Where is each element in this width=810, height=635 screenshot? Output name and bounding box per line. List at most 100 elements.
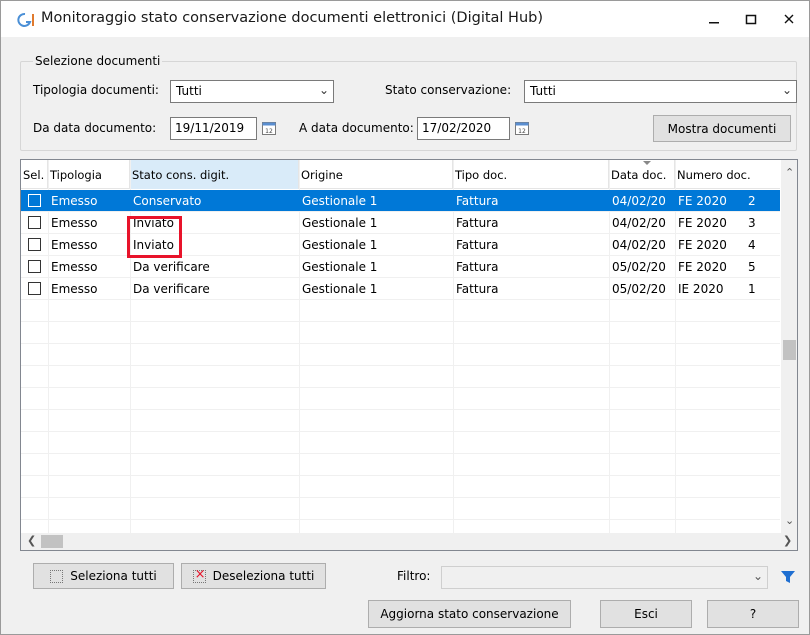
cell-tipo-doc: Fattura (456, 238, 499, 252)
row-checkbox[interactable] (28, 260, 41, 273)
header-sel[interactable]: Sel. (21, 160, 48, 189)
cell-data-doc: 04/02/20 (612, 216, 666, 230)
select-all-label: Seleziona tutti (70, 569, 157, 583)
chevron-down-icon: ⌄ (781, 83, 792, 97)
cell-tipologia: Emesso (51, 194, 98, 208)
calendar-icon[interactable]: 12 (515, 121, 529, 135)
close-button[interactable] (772, 5, 806, 33)
cell-stato: Da verificare (133, 282, 210, 296)
cell-sezionale: FE 2020 (678, 238, 727, 252)
table-row[interactable]: Emesso Inviato Gestionale 1 Fattura 04/02/20… (21, 212, 780, 234)
horizontal-scroll-thumb[interactable] (41, 535, 63, 548)
cell-tipo-doc: Fattura (456, 260, 499, 274)
filter-icon[interactable] (780, 569, 796, 585)
app-icon (17, 12, 34, 27)
scroll-up-icon[interactable]: ⌃ (785, 166, 794, 179)
close-icon (784, 14, 794, 24)
update-status-button[interactable]: Aggiorna stato conservazione (368, 600, 571, 628)
cell-origine: Gestionale 1 (302, 282, 378, 296)
header-tipologia[interactable]: Tipologia (48, 160, 130, 189)
header-tipo-doc[interactable]: Tipo doc. (453, 160, 609, 189)
empty-row (21, 366, 780, 388)
cell-tipo-doc: Fattura (456, 194, 499, 208)
cell-data-doc: 04/02/20 (612, 238, 666, 252)
window-title: Monitoraggio stato conservazione documen… (41, 10, 544, 26)
show-documents-button[interactable]: Mostra documenti (653, 115, 791, 142)
header-numero-doc[interactable]: Numero doc. (675, 160, 780, 189)
minimize-button[interactable] (697, 5, 731, 33)
empty-row (21, 322, 780, 344)
row-checkbox[interactable] (28, 216, 41, 229)
cell-data-doc: 04/02/20 (612, 194, 666, 208)
cell-origine: Gestionale 1 (302, 216, 378, 230)
cell-tipologia: Emesso (51, 282, 98, 296)
select-all-icon (50, 569, 64, 583)
maximize-button[interactable] (734, 5, 768, 33)
empty-row (21, 388, 780, 410)
cell-data-doc: 05/02/20 (612, 282, 666, 296)
cell-data-doc: 05/02/20 (612, 260, 666, 274)
minimize-icon (709, 22, 719, 24)
a-data-field[interactable]: 17/02/2020 (417, 117, 510, 140)
a-data-value: 17/02/2020 (422, 121, 492, 135)
tipologia-label: Tipologia documenti: (33, 83, 159, 97)
row-checkbox[interactable] (28, 194, 41, 207)
selection-legend: Selezione documenti (33, 54, 163, 68)
svg-text:12: 12 (265, 128, 273, 135)
da-data-label: Da data documento: (33, 121, 157, 135)
empty-row (21, 344, 780, 366)
scroll-down-icon[interactable]: ⌄ (785, 514, 794, 527)
maximize-icon (745, 14, 757, 25)
da-data-field[interactable]: 19/11/2019 (170, 117, 257, 140)
cell-sezionale: FE 2020 (678, 216, 727, 230)
tipologia-dropdown[interactable]: Tutti ⌄ (170, 80, 334, 103)
deselect-all-button[interactable]: Deseleziona tutti (181, 563, 326, 589)
cell-numero: 5 (748, 260, 756, 274)
table-row[interactable]: Emesso Conservato Gestionale 1 Fattura 04/02… (21, 190, 780, 212)
cell-stato: Da verificare (133, 260, 210, 274)
stato-label: Stato conservazione: (385, 83, 512, 97)
vertical-scroll-thumb[interactable] (783, 340, 796, 360)
scroll-right-icon[interactable]: ❯ (783, 534, 792, 547)
cell-sezionale: FE 2020 (678, 260, 727, 274)
empty-row (21, 476, 780, 498)
header-origine[interactable]: Origine (299, 160, 453, 189)
exit-button[interactable]: Esci (600, 600, 692, 628)
header-data-doc[interactable]: Data doc. (609, 160, 675, 189)
a-data-label: A data documento: (299, 121, 414, 135)
select-all-button[interactable]: Seleziona tutti (33, 563, 174, 589)
cell-tipologia: Emesso (51, 260, 98, 274)
da-data-value: 19/11/2019 (175, 121, 245, 135)
vertical-scrollbar[interactable]: ⌃ ⌄ (781, 160, 797, 533)
tipologia-value: Tutti (176, 84, 202, 98)
stato-dropdown[interactable]: Tutti ⌄ (524, 80, 797, 103)
empty-row (21, 432, 780, 454)
svg-text:12: 12 (518, 128, 526, 135)
cell-sezionale: FE 2020 (678, 194, 727, 208)
empty-row (21, 300, 780, 322)
chevron-down-icon: ⌄ (752, 569, 763, 583)
filter-dropdown[interactable]: ⌄ (441, 566, 768, 589)
header-data-doc-label: Data doc. (611, 168, 667, 182)
cell-sezionale: IE 2020 (678, 282, 724, 296)
cell-tipologia: Emesso (51, 238, 98, 252)
cell-tipologia: Emesso (51, 216, 98, 230)
table-row[interactable]: Emesso Inviato Gestionale 1 Fattura 04/02/20… (21, 234, 780, 256)
row-checkbox[interactable] (28, 238, 41, 251)
cell-numero: 3 (748, 216, 756, 230)
row-checkbox[interactable] (28, 282, 41, 295)
cell-tipo-doc: Fattura (456, 216, 499, 230)
table-row[interactable]: Emesso Da verificare Gestionale 1 Fattura 05… (21, 256, 780, 278)
calendar-icon[interactable]: 12 (262, 121, 276, 135)
cell-stato: Inviato (133, 216, 174, 230)
deselect-all-label: Deseleziona tutti (212, 569, 315, 583)
sort-descending-icon (643, 161, 651, 165)
horizontal-scrollbar[interactable]: ❮ ❯ (21, 533, 797, 550)
table-row[interactable]: Emesso Da verificare Gestionale 1 Fattura 05… (21, 278, 780, 300)
filter-label: Filtro: (397, 569, 431, 583)
help-button[interactable]: ? (707, 600, 799, 628)
scroll-left-icon[interactable]: ❮ (27, 534, 36, 547)
header-stato[interactable]: Stato cons. digit. (130, 160, 299, 189)
cell-tipo-doc: Fattura (456, 282, 499, 296)
main-window: Monitoraggio stato conservazione documen… (0, 0, 810, 635)
